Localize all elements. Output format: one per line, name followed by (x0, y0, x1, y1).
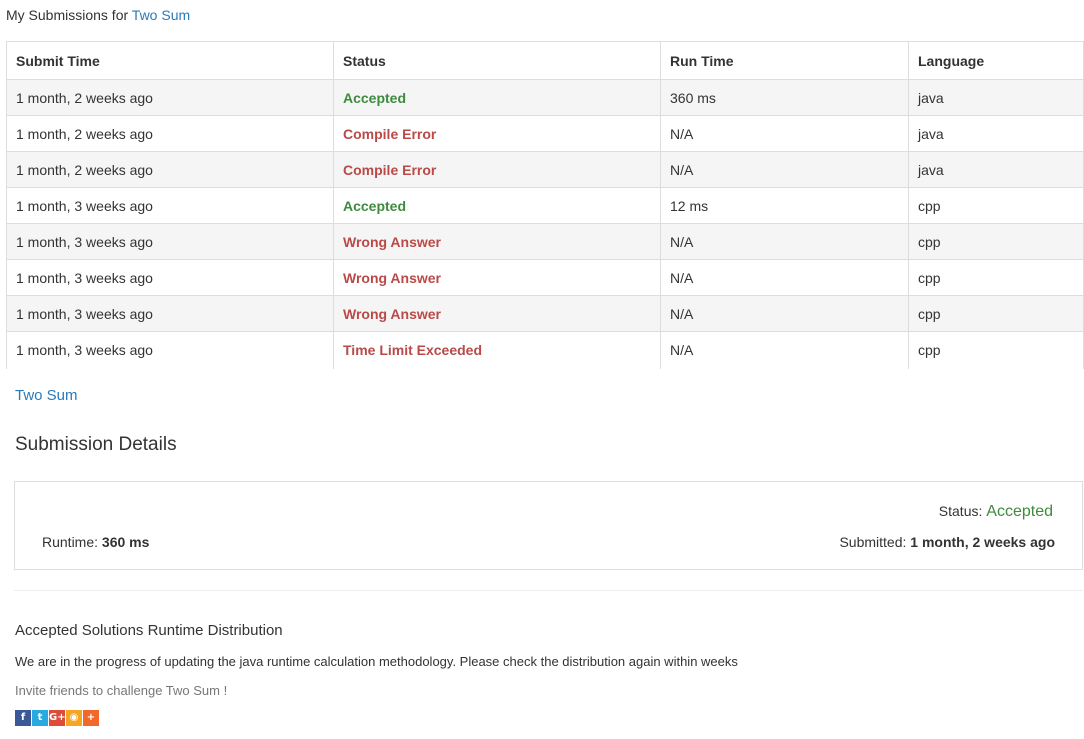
language-cell: java (908, 115, 1084, 152)
status-cell[interactable]: Wrong Answer (333, 223, 661, 260)
submission-details-panel: Runtime: 360 ms Status: Accepted Submitt… (14, 481, 1083, 570)
runtime-info: Runtime: 360 ms (42, 534, 149, 550)
table-row: 1 month, 3 weeks ago Time Limit Exceeded N… (6, 331, 1084, 369)
runtime-value: 360 ms (101, 534, 150, 550)
submitted-label: Submitted: (839, 534, 907, 550)
table-row: 1 month, 2 weeks ago Compile Error N/A java (6, 151, 1084, 188)
table-row: 1 month, 2 weeks ago Compile Error N/A java (6, 115, 1084, 152)
status-cell[interactable]: Accepted (333, 187, 661, 224)
table-row: 1 month, 2 weeks ago Accepted 360 ms java (6, 79, 1084, 116)
table-row: 1 month, 3 weeks ago Wrong Answer N/A cpp (6, 223, 1084, 260)
column-header-language: Language (908, 41, 1084, 80)
status-cell[interactable]: Compile Error (333, 151, 661, 188)
submissions-heading: My Submissions for Two Sum (6, 7, 190, 23)
table-row: 1 month, 3 weeks ago Wrong Answer N/A cpp (6, 295, 1084, 332)
submit-time-cell: 1 month, 3 weeks ago (6, 259, 334, 296)
problem-title-link[interactable]: Two Sum (132, 7, 190, 23)
run-time-cell: N/A (660, 223, 909, 260)
submit-time-cell: 1 month, 3 weeks ago (6, 331, 334, 369)
language-cell: java (908, 151, 1084, 188)
submit-time-cell: 1 month, 3 weeks ago (6, 187, 334, 224)
submissions-table: Submit Time Status Run Time Language 1 m… (6, 41, 1084, 369)
status-info: Status: Accepted (939, 503, 1053, 521)
facebook-icon[interactable]: f (15, 710, 31, 726)
status-cell[interactable]: Wrong Answer (333, 295, 661, 332)
column-header-run-time: Run Time (660, 41, 909, 80)
run-time-cell: N/A (660, 259, 909, 296)
social-share-bar: f t G+ ◉ + (15, 710, 99, 726)
status-cell[interactable]: Accepted (333, 79, 661, 116)
runtime-label: Runtime: (42, 534, 99, 550)
language-cell: java (908, 79, 1084, 116)
distribution-note: We are in the progress of updating the j… (15, 654, 738, 669)
run-time-cell: N/A (660, 331, 909, 369)
run-time-cell: 12 ms (660, 187, 909, 224)
distribution-title: Accepted Solutions Runtime Distribution (15, 622, 283, 639)
divider (14, 590, 1083, 591)
status-cell[interactable]: Wrong Answer (333, 259, 661, 296)
submitted-info: Submitted: 1 month, 2 weeks ago (839, 534, 1055, 550)
table-row: 1 month, 3 weeks ago Accepted 12 ms cpp (6, 187, 1084, 224)
language-cell: cpp (908, 331, 1084, 369)
language-cell: cpp (908, 223, 1084, 260)
weibo-icon[interactable]: ◉ (66, 710, 82, 726)
status-value: Accepted (986, 503, 1053, 520)
table-header-row: Submit Time Status Run Time Language (6, 41, 1084, 80)
column-header-status: Status (333, 41, 661, 80)
language-cell: cpp (908, 295, 1084, 332)
run-time-cell: N/A (660, 151, 909, 188)
share-more-icon[interactable]: + (83, 710, 99, 726)
submission-details-title: Submission Details (15, 434, 177, 455)
submit-time-cell: 1 month, 2 weeks ago (6, 151, 334, 188)
google-plus-icon[interactable]: G+ (49, 710, 66, 726)
language-cell: cpp (908, 259, 1084, 296)
run-time-cell: N/A (660, 295, 909, 332)
submitted-value: 1 month, 2 weeks ago (910, 534, 1055, 550)
run-time-cell: 360 ms (660, 79, 909, 116)
status-cell[interactable]: Compile Error (333, 115, 661, 152)
submissions-heading-prefix: My Submissions for (6, 7, 129, 23)
status-label: Status: (938, 503, 983, 519)
column-header-submit-time: Submit Time (6, 41, 334, 80)
submit-time-cell: 1 month, 3 weeks ago (6, 295, 334, 332)
invite-text: Invite friends to challenge Two Sum ! (15, 683, 228, 698)
problem-link[interactable]: Two Sum (15, 387, 78, 404)
status-cell[interactable]: Time Limit Exceeded (333, 331, 661, 369)
run-time-cell: N/A (660, 115, 909, 152)
twitter-icon[interactable]: t (32, 710, 48, 726)
submit-time-cell: 1 month, 2 weeks ago (6, 115, 334, 152)
submit-time-cell: 1 month, 3 weeks ago (6, 223, 334, 260)
language-cell: cpp (908, 187, 1084, 224)
submit-time-cell: 1 month, 2 weeks ago (6, 79, 334, 116)
table-row: 1 month, 3 weeks ago Wrong Answer N/A cpp (6, 259, 1084, 296)
